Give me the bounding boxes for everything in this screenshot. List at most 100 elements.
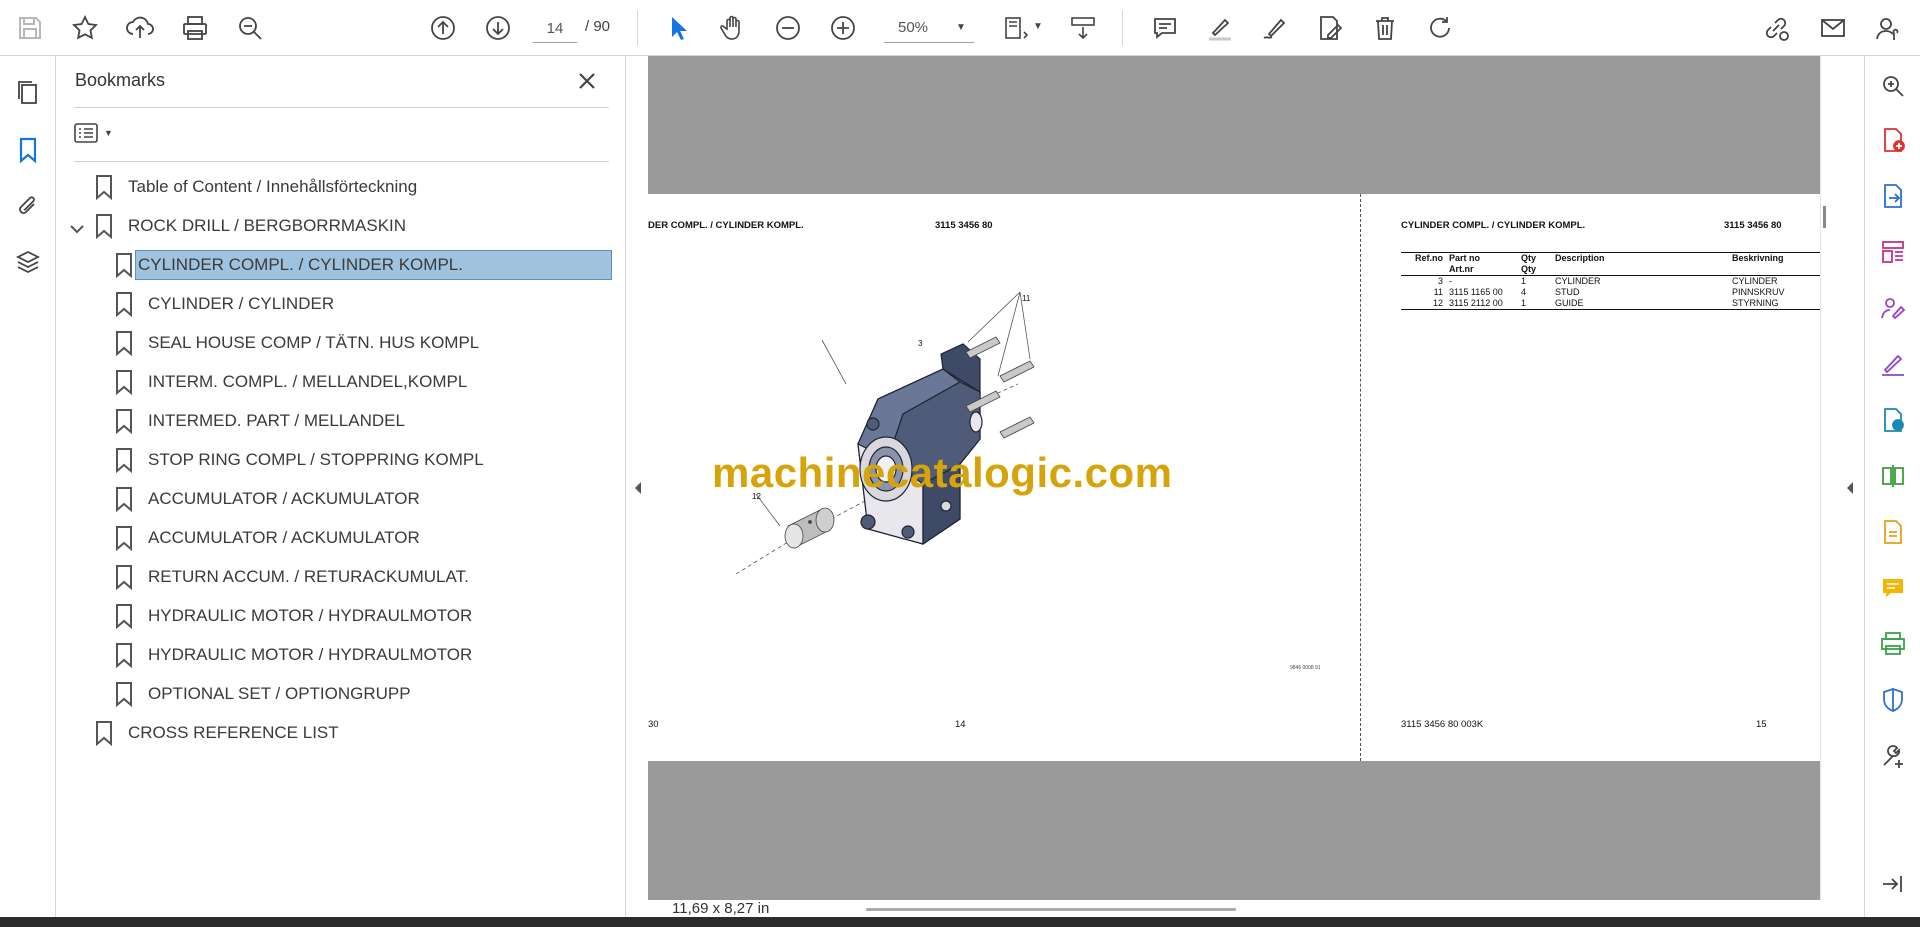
bookmark-item[interactable]: HYDRAULIC MOTOR / HYDRAULMOTOR <box>114 638 474 672</box>
bookmark-item[interactable]: RETURN ACCUM. / RETURACKUMULAT. <box>114 560 471 594</box>
select-cursor-icon[interactable] <box>658 8 698 48</box>
bookmark-item[interactable]: SEAL HOUSE COMP / TÄTN. HUS KOMPL <box>114 326 481 360</box>
toolbar-divider <box>1122 10 1123 46</box>
collapse-tools-icon[interactable] <box>1843 478 1857 498</box>
bookmark-label: CROSS REFERENCE LIST <box>128 723 339 742</box>
bookmark-item-selected[interactable]: CYLINDER COMPL. / CYLINDER KOMPL. <box>114 248 612 282</box>
highlight-icon[interactable] <box>1200 8 1240 48</box>
status-bar: 11,69 x 8,27 in <box>648 900 1840 917</box>
zoom-in-icon[interactable] <box>823 8 863 48</box>
cell-beskrivning: PINNSKRUV <box>1732 287 1785 297</box>
comment-icon[interactable] <box>1145 8 1185 48</box>
document-viewport[interactable]: DER COMPL. / CYLINDER KOMPL. 3115 3456 8… <box>648 56 1820 900</box>
star-icon[interactable] <box>65 8 105 48</box>
delete-icon[interactable] <box>1365 8 1405 48</box>
top-toolbar: 14 / 90 50% ▼ ▼ <box>0 0 1920 56</box>
bookmark-item[interactable]: OPTIONAL SET / OPTIONGRUPP <box>114 677 413 711</box>
bookmark-item[interactable]: ACCUMULATOR / ACKUMULATOR <box>114 521 422 555</box>
bookmark-label: HYDRAULIC MOTOR / HYDRAULMOTOR <box>148 645 473 664</box>
page-number-input[interactable]: 14 <box>532 12 578 43</box>
bookmark-label: INTERM. COMPL. / MELLANDEL,KOMPL <box>148 372 468 391</box>
bookmark-item[interactable]: INTERMED. PART / MELLANDEL <box>114 404 407 438</box>
list-options-icon <box>74 123 98 143</box>
bookmark-item[interactable]: CYLINDER / CYLINDER <box>114 287 336 321</box>
table-row: 12 3115 2112 00 1 GUIDE STYRNING <box>1401 298 1820 310</box>
bookmark-label: CYLINDER COMPL. / CYLINDER KOMPL. <box>135 250 612 280</box>
column-header: Beskrivning <box>1732 253 1784 263</box>
page-divider <box>1360 194 1361 761</box>
vertical-scrollbar[interactable] <box>1820 56 1836 900</box>
bookmark-item[interactable]: INTERM. COMPL. / MELLANDEL,KOMPL <box>114 365 469 399</box>
page-thumbnails-icon[interactable] <box>8 72 48 112</box>
print-production-icon[interactable] <box>1873 624 1913 664</box>
cell-description: STUD <box>1555 287 1580 297</box>
collapse-panel-icon[interactable] <box>631 478 645 498</box>
fill-sign-icon[interactable] <box>1873 344 1913 384</box>
bookmark-item[interactable]: ROCK DRILL / BERGBORRMASKIN <box>94 209 408 243</box>
zoom-level-select[interactable]: 50% ▼ <box>884 12 974 43</box>
protect-shield-icon[interactable] <box>1873 680 1913 720</box>
share-link-icon[interactable] <box>1756 8 1796 48</box>
table-row: 3 - 1 CYLINDER CYLINDER <box>1401 276 1820 288</box>
comment-tool-icon[interactable] <box>1873 568 1913 608</box>
chevron-down-icon[interactable] <box>68 220 86 238</box>
toolbar-divider <box>637 10 638 46</box>
rotate-icon[interactable] <box>1420 8 1460 48</box>
page-footer: 30 <box>648 719 659 730</box>
page-number: 15 <box>1756 719 1767 730</box>
upload-icon[interactable] <box>120 8 160 48</box>
email-icon[interactable] <box>1813 8 1853 48</box>
bookmark-icon[interactable] <box>8 130 48 170</box>
cell-ref: 12 <box>1432 298 1443 308</box>
search-zoom-icon[interactable] <box>230 8 270 48</box>
bookmark-icon <box>116 643 132 668</box>
save-icon[interactable] <box>10 8 50 48</box>
page-number: 14 <box>955 719 966 730</box>
compare-files-icon[interactable] <box>1873 456 1913 496</box>
zoom-out-icon[interactable] <box>768 8 808 48</box>
table-header-row: Ref.no Part no Art.nr Qty Qty Description … <box>1401 253 1820 276</box>
cell-ref: 11 <box>1433 287 1443 297</box>
column-header: Description <box>1555 253 1605 263</box>
attachment-icon[interactable] <box>8 186 48 226</box>
edit-document-icon[interactable] <box>1873 512 1913 552</box>
scrollbar-thumb[interactable] <box>1823 206 1826 228</box>
bookmark-item[interactable]: CROSS REFERENCE LIST <box>94 716 341 750</box>
cell-qty: 1 <box>1521 276 1527 286</box>
hand-icon[interactable] <box>713 8 753 48</box>
page-down-icon[interactable] <box>478 8 518 48</box>
expand-panel-icon[interactable] <box>1873 864 1913 904</box>
divider <box>74 107 609 108</box>
drawing-reference: 9846 0008 91 <box>1290 665 1321 671</box>
column-header-en: Part no <box>1449 253 1481 263</box>
organize-pages-icon[interactable] <box>1873 232 1913 272</box>
page-total: / 90 <box>585 18 611 35</box>
zoom-tool-icon[interactable] <box>1873 66 1913 106</box>
bookmark-icon <box>116 331 132 356</box>
bookmark-label: OPTIONAL SET / OPTIONGRUPP <box>148 684 411 703</box>
horizontal-scrollbar[interactable] <box>866 908 1236 911</box>
more-tools-icon[interactable] <box>1873 736 1913 776</box>
create-pdf-icon[interactable] <box>1873 120 1913 160</box>
edit-pdf-icon[interactable] <box>1310 8 1350 48</box>
bookmark-icon <box>116 604 132 629</box>
request-signature-icon[interactable] <box>1873 288 1913 328</box>
export-pdf-icon[interactable] <box>1873 176 1913 216</box>
pdf-page-spread: DER COMPL. / CYLINDER KOMPL. 3115 3456 8… <box>648 194 1820 761</box>
bookmark-item[interactable]: Table of Content / Innehållsförteckning <box>94 170 419 204</box>
parts-table: Ref.no Part no Art.nr Qty Qty Description … <box>1401 252 1820 310</box>
page-up-icon[interactable] <box>423 8 463 48</box>
layers-icon[interactable] <box>8 242 48 282</box>
page-fit-icon[interactable] <box>995 8 1035 48</box>
send-track-icon[interactable] <box>1873 400 1913 440</box>
bookmark-item[interactable]: ACCUMULATOR / ACKUMULATOR <box>114 482 422 516</box>
bookmark-item[interactable]: HYDRAULIC MOTOR / HYDRAULMOTOR <box>114 599 474 633</box>
chevron-down-icon[interactable]: ▼ <box>1033 21 1043 32</box>
bookmark-options-button[interactable]: ▼ <box>74 118 120 148</box>
close-icon[interactable] <box>574 68 600 94</box>
scroll-mode-icon[interactable] <box>1063 8 1103 48</box>
print-icon[interactable] <box>175 8 215 48</box>
sign-icon[interactable] <box>1255 8 1295 48</box>
account-icon[interactable] <box>1868 8 1908 48</box>
bookmark-item[interactable]: STOP RING COMPL / STOPPRING KOMPL <box>114 443 486 477</box>
